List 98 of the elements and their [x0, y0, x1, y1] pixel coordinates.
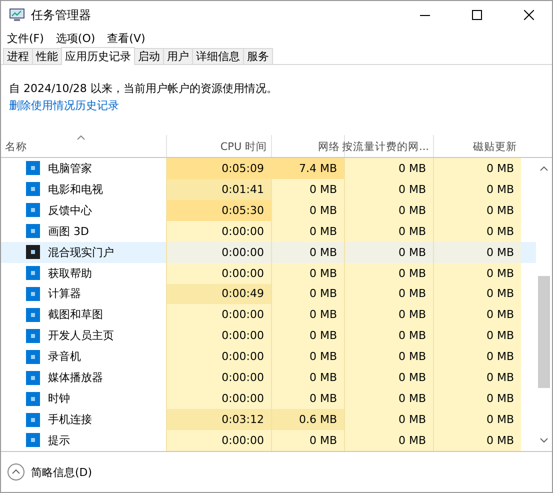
table-cell: 0 MB — [271, 178, 344, 200]
app-name: 录音机 — [48, 349, 81, 364]
delete-history-link[interactable]: 删除使用情况历史记录 — [9, 98, 119, 113]
scroll-up-icon — [540, 166, 548, 171]
column-header[interactable]: 按流量计费的网... — [344, 135, 433, 157]
table-cell: 0:00:00 — [166, 388, 271, 410]
table-cell: 0:01:41 — [166, 178, 271, 200]
menu-item[interactable]: 查看(V) — [105, 30, 148, 46]
table-cell: 0 MB — [433, 430, 521, 451]
table-cell: 0 MB — [344, 367, 433, 388]
table-cell: 0 MB — [271, 262, 344, 284]
table-cell: 0 MB — [433, 284, 521, 304]
table-cell: 0 MB — [433, 158, 521, 179]
table-cell: 0 MB — [271, 388, 344, 410]
table-cell: 0 MB — [433, 409, 521, 430]
table-cell: 7.4 MB — [271, 158, 344, 179]
tab[interactable]: 启动 — [134, 48, 164, 64]
tab[interactable]: 服务 — [243, 48, 273, 64]
scroll-thumb[interactable] — [538, 276, 550, 388]
sort-caret-icon — [77, 135, 85, 140]
table-cell: 0 MB — [271, 242, 344, 263]
menu-item[interactable]: 文件(F) — [5, 30, 46, 46]
table-cell: 0 MB — [271, 325, 344, 346]
app-name: 电影和电视 — [48, 182, 103, 197]
tab[interactable]: 应用历史记录 — [61, 47, 135, 65]
table-cell: 0:05:30 — [166, 200, 271, 221]
table-cell: 0 MB — [271, 200, 344, 221]
monitor-icon — [9, 8, 25, 22]
table-cell: 0 MB — [344, 304, 433, 326]
table-row[interactable]: 混合现实门户 0:00:00 0 MB 0 MB 0 MB — [1, 242, 536, 263]
table-cell: 0 MB — [433, 346, 521, 368]
fewer-details-button[interactable]: 简略信息(D) — [7, 463, 92, 481]
table-cell: 0 MB — [433, 178, 521, 200]
table-cell: 0:03:12 — [166, 409, 271, 430]
table-cell: 0 MB — [344, 430, 433, 451]
usage-description: 自 2024/10/28 以来，当前用户帐户的资源使用情况。 — [9, 81, 278, 96]
app-name: 画图 3D — [48, 224, 89, 239]
table-cell: 0:00:00 — [166, 367, 271, 388]
window-title: 任务管理器 — [31, 6, 92, 24]
table-cell: 0:05:09 — [166, 158, 271, 179]
app-name: 截图和草图 — [48, 307, 103, 322]
column-header[interactable]: 名称 — [1, 135, 166, 157]
table-cell: 0:00:00 — [166, 262, 271, 284]
app-name: 反馈中心 — [48, 202, 92, 218]
app-name: 混合现实门户 — [48, 244, 114, 260]
table-cell: 0:00:49 — [166, 284, 271, 304]
app-name: 手机连接 — [48, 412, 92, 428]
table-cell: 0 MB — [433, 262, 521, 284]
column-header[interactable]: CPU 时间 — [166, 135, 271, 157]
scroll-down-icon — [540, 438, 548, 443]
app-name: 时钟 — [48, 391, 70, 406]
table-cell: 0 MB — [433, 367, 521, 388]
table-cell: 0 MB — [344, 346, 433, 368]
table-cell: 0.6 MB — [271, 409, 344, 430]
collapse-chevron-icon — [7, 463, 25, 481]
tab[interactable]: 用户 — [163, 48, 193, 64]
menu-item[interactable]: 选项(O) — [54, 30, 98, 46]
table-cell: 0:00:00 — [166, 430, 271, 451]
table-cell: 0 MB — [271, 430, 344, 451]
tab[interactable]: 详细信息 — [192, 48, 244, 64]
table-cell: 0 MB — [433, 388, 521, 410]
close-icon — [524, 10, 534, 20]
table-cell: 0 MB — [344, 178, 433, 200]
column-header[interactable]: 磁贴更新 — [433, 135, 521, 157]
app-name: 媒体播放器 — [48, 370, 103, 386]
table-cell: 0:00:00 — [166, 220, 271, 242]
table-cell: 0 MB — [433, 200, 521, 221]
app-name: 提示 — [48, 432, 70, 448]
table-cell: 0 MB — [344, 284, 433, 304]
table-cell: 0 MB — [433, 304, 521, 326]
table-cell: 0 MB — [344, 220, 433, 242]
table-row[interactable]: 获取帮助 0:00:00 0 MB 0 MB 0 MB — [1, 262, 536, 284]
app-name: 计算器 — [48, 286, 81, 302]
table-cell: 0 MB — [344, 242, 433, 263]
table-cell: 0 MB — [271, 284, 344, 304]
table-cell: 0:00:00 — [166, 346, 271, 368]
table-cell: 0 MB — [344, 325, 433, 346]
table-cell: 0 MB — [433, 242, 521, 263]
table-cell: 0 MB — [271, 304, 344, 326]
tab[interactable]: 进程 — [3, 48, 33, 64]
table-cell: 0 MB — [433, 325, 521, 346]
table-cell: 0 MB — [344, 409, 433, 430]
app-name: 获取帮助 — [48, 266, 92, 281]
table-cell: 0 MB — [433, 220, 521, 242]
table-cell: 0:00:00 — [166, 242, 271, 263]
maximize-icon — [472, 10, 482, 20]
table-cell: 0:00:00 — [166, 304, 271, 326]
table-cell: 0 MB — [344, 388, 433, 410]
table-cell: 0 MB — [271, 220, 344, 242]
table-cell: 0 MB — [344, 262, 433, 284]
table-cell: 0 MB — [271, 346, 344, 368]
app-name: 电脑管家 — [48, 160, 92, 176]
table-cell: 0 MB — [271, 367, 344, 388]
tab[interactable]: 性能 — [32, 48, 62, 64]
app-name: 开发人员主页 — [48, 328, 114, 344]
table-cell: 0 MB — [344, 158, 433, 179]
table-cell: 0:00:00 — [166, 325, 271, 346]
table-cell: 0 MB — [344, 200, 433, 221]
